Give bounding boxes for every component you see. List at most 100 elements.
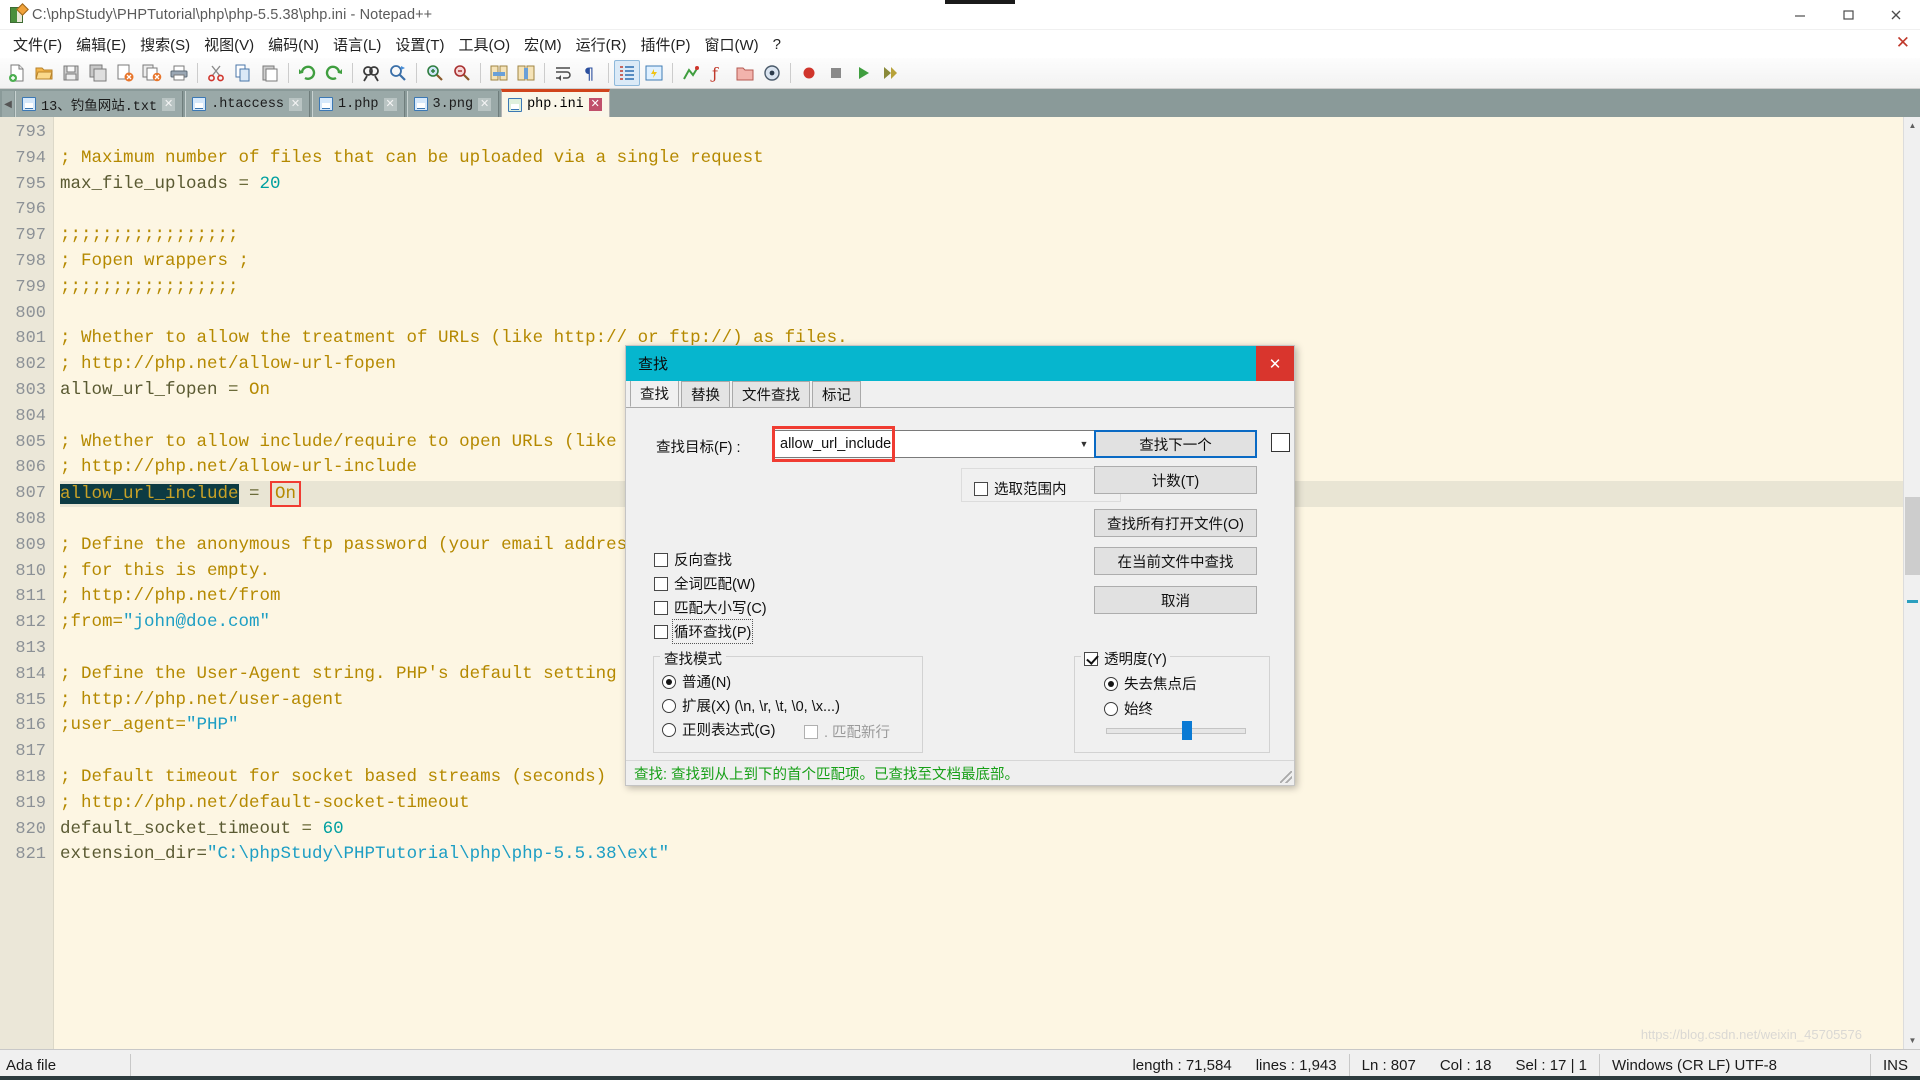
code-line[interactable]: max_file_uploads = 20 [60, 172, 1920, 198]
find-what-combobox[interactable]: ▼ [774, 430, 1096, 458]
menu-item-plugins[interactable]: 插件(P) [633, 31, 697, 58]
record-macro-icon[interactable] [796, 60, 822, 86]
transparency-slider-thumb[interactable] [1182, 721, 1192, 740]
document-tab-htaccess[interactable]: .htaccess ✕ [185, 91, 310, 117]
transparency-on-lose-focus-radio[interactable]: 失去焦点后 [1104, 673, 1197, 694]
indent-guide-icon[interactable] [614, 60, 640, 86]
tab-close-icon[interactable]: ✕ [162, 98, 175, 111]
code-line[interactable]: extension_dir="C:\phpStudy\PHPTutorial\p… [60, 842, 1920, 868]
monitor-icon[interactable] [759, 60, 785, 86]
count-button[interactable]: 计数(T) [1094, 466, 1257, 494]
code-line[interactable] [60, 120, 1920, 146]
menu-item-macro[interactable]: 宏(M) [517, 31, 569, 58]
tab-close-icon[interactable]: ✕ [289, 98, 302, 111]
zoom-out-icon[interactable] [449, 60, 475, 86]
transparency-always-radio[interactable]: 始终 [1104, 698, 1153, 719]
match-newline-checkbox[interactable]: . 匹配新行 [804, 721, 890, 742]
find-what-input[interactable] [775, 431, 1073, 457]
word-wrap-icon[interactable] [550, 60, 576, 86]
menu-item-search[interactable]: 搜索(S) [133, 31, 197, 58]
document-tab-php-ini[interactable]: php.ini ✕ [501, 89, 610, 117]
run-npp-icon[interactable] [678, 60, 704, 86]
code-line[interactable] [60, 301, 1920, 327]
tab-find-in-files[interactable]: 文件查找 [732, 381, 810, 407]
tab-replace[interactable]: 替换 [681, 381, 730, 407]
find-next-extra-checkbox[interactable] [1271, 433, 1290, 452]
paste-icon[interactable] [257, 60, 283, 86]
redo-icon[interactable] [321, 60, 347, 86]
menu-item-settings[interactable]: 设置(T) [388, 31, 451, 58]
find-all-in-all-opened-documents-button[interactable]: 查找所有打开文件(O) [1094, 509, 1257, 537]
folder-as-workspace-icon[interactable] [732, 60, 758, 86]
save-icon[interactable] [58, 60, 84, 86]
in-selection-checkbox[interactable]: 选取范围内 [974, 478, 1067, 499]
find-dialog-close-button[interactable]: ✕ [1256, 346, 1294, 381]
function-list-icon[interactable]: ƒ [705, 60, 731, 86]
close-all-icon[interactable] [139, 60, 165, 86]
code-line[interactable]: default_socket_timeout = 60 [60, 817, 1920, 843]
scroll-up-icon[interactable]: ▲ [1904, 117, 1920, 134]
find-next-button[interactable]: 查找下一个 [1094, 430, 1257, 458]
menu-item-file[interactable]: 文件(F) [6, 31, 69, 58]
tab-close-icon[interactable]: ✕ [384, 98, 397, 111]
stop-macro-icon[interactable] [823, 60, 849, 86]
resize-grip[interactable] [1280, 771, 1292, 783]
minimize-button[interactable] [1776, 0, 1824, 30]
menu-item-view[interactable]: 视图(V) [197, 31, 261, 58]
document-tab-3-png[interactable]: 3.png ✕ [407, 91, 500, 117]
tab-close-icon[interactable]: ✕ [589, 98, 602, 111]
find-dialog[interactable]: 查找 ✕ 查找 替换 文件查找 标记 查找目标(F) : ▼ 查找下一个 选取范… [625, 345, 1295, 786]
tab-scroll-left-button[interactable]: ◀ [2, 91, 14, 117]
close-document-icon[interactable]: ✕ [1896, 33, 1910, 53]
code-line[interactable]: ; http://php.net/default-socket-timeout [60, 791, 1920, 817]
search-mode-regex-radio[interactable]: 正则表达式(G) [662, 719, 775, 740]
menu-item-encoding[interactable]: 编码(N) [261, 31, 326, 58]
code-line[interactable]: ;;;;;;;;;;;;;;;;; [60, 223, 1920, 249]
transparency-slider-track[interactable] [1106, 728, 1246, 734]
wrap-around-checkbox[interactable]: 循环查找(P) [654, 621, 751, 642]
play-macro-icon[interactable] [850, 60, 876, 86]
search-mode-normal-radio[interactable]: 普通(N) [662, 671, 731, 692]
print-icon[interactable] [166, 60, 192, 86]
copy-icon[interactable] [230, 60, 256, 86]
cancel-button[interactable]: 取消 [1094, 586, 1257, 614]
scroll-down-icon[interactable]: ▼ [1904, 1032, 1920, 1049]
scrollbar-thumb[interactable] [1905, 497, 1920, 575]
cut-icon[interactable] [203, 60, 229, 86]
replace-icon[interactable] [385, 60, 411, 86]
tab-mark[interactable]: 标记 [812, 381, 861, 407]
find-all-in-current-document-button[interactable]: 在当前文件中查找 [1094, 547, 1257, 575]
show-ui-icon[interactable] [641, 60, 667, 86]
sync-scroll-v-icon[interactable] [486, 60, 512, 86]
save-all-icon[interactable] [85, 60, 111, 86]
open-file-icon[interactable] [31, 60, 57, 86]
document-tab-fishing-site[interactable]: 13、钓鱼网站.txt ✕ [15, 91, 183, 117]
menu-item-language[interactable]: 语言(L) [326, 31, 388, 58]
code-line[interactable]: ; Maximum number of files that can be up… [60, 146, 1920, 172]
match-whole-word-checkbox[interactable]: 全词匹配(W) [654, 573, 755, 594]
find-dialog-title-bar[interactable]: 查找 ✕ [626, 346, 1294, 381]
run-macro-multiple-icon[interactable] [877, 60, 903, 86]
close-button[interactable] [1872, 0, 1920, 30]
code-line[interactable] [60, 197, 1920, 223]
menu-item-edit[interactable]: 编辑(E) [69, 31, 133, 58]
menu-item-run[interactable]: 运行(R) [569, 31, 634, 58]
editor-vertical-scrollbar[interactable]: ▲ ▼ [1903, 117, 1920, 1049]
undo-icon[interactable] [294, 60, 320, 86]
tab-close-icon[interactable]: ✕ [478, 98, 491, 111]
show-all-chars-icon[interactable]: ¶ [577, 60, 603, 86]
transparency-checkbox[interactable]: 透明度(Y) [1081, 648, 1170, 669]
menu-item-window[interactable]: 窗口(W) [697, 31, 765, 58]
search-mode-extended-radio[interactable]: 扩展(X) (\n, \r, \t, \0, \x...) [662, 695, 840, 716]
new-file-icon[interactable] [4, 60, 30, 86]
chevron-down-icon[interactable]: ▼ [1073, 431, 1095, 457]
code-line[interactable]: ; Fopen wrappers ; [60, 249, 1920, 275]
tab-find[interactable]: 查找 [630, 380, 679, 407]
code-line[interactable]: ;;;;;;;;;;;;;;;;; [60, 275, 1920, 301]
match-case-checkbox[interactable]: 匹配大小写(C) [654, 597, 767, 618]
find-icon[interactable] [358, 60, 384, 86]
menu-item-help[interactable]: ? [766, 33, 788, 56]
maximize-button[interactable] [1824, 0, 1872, 30]
close-file-icon[interactable] [112, 60, 138, 86]
document-tab-1-php[interactable]: 1.php ✕ [312, 91, 405, 117]
